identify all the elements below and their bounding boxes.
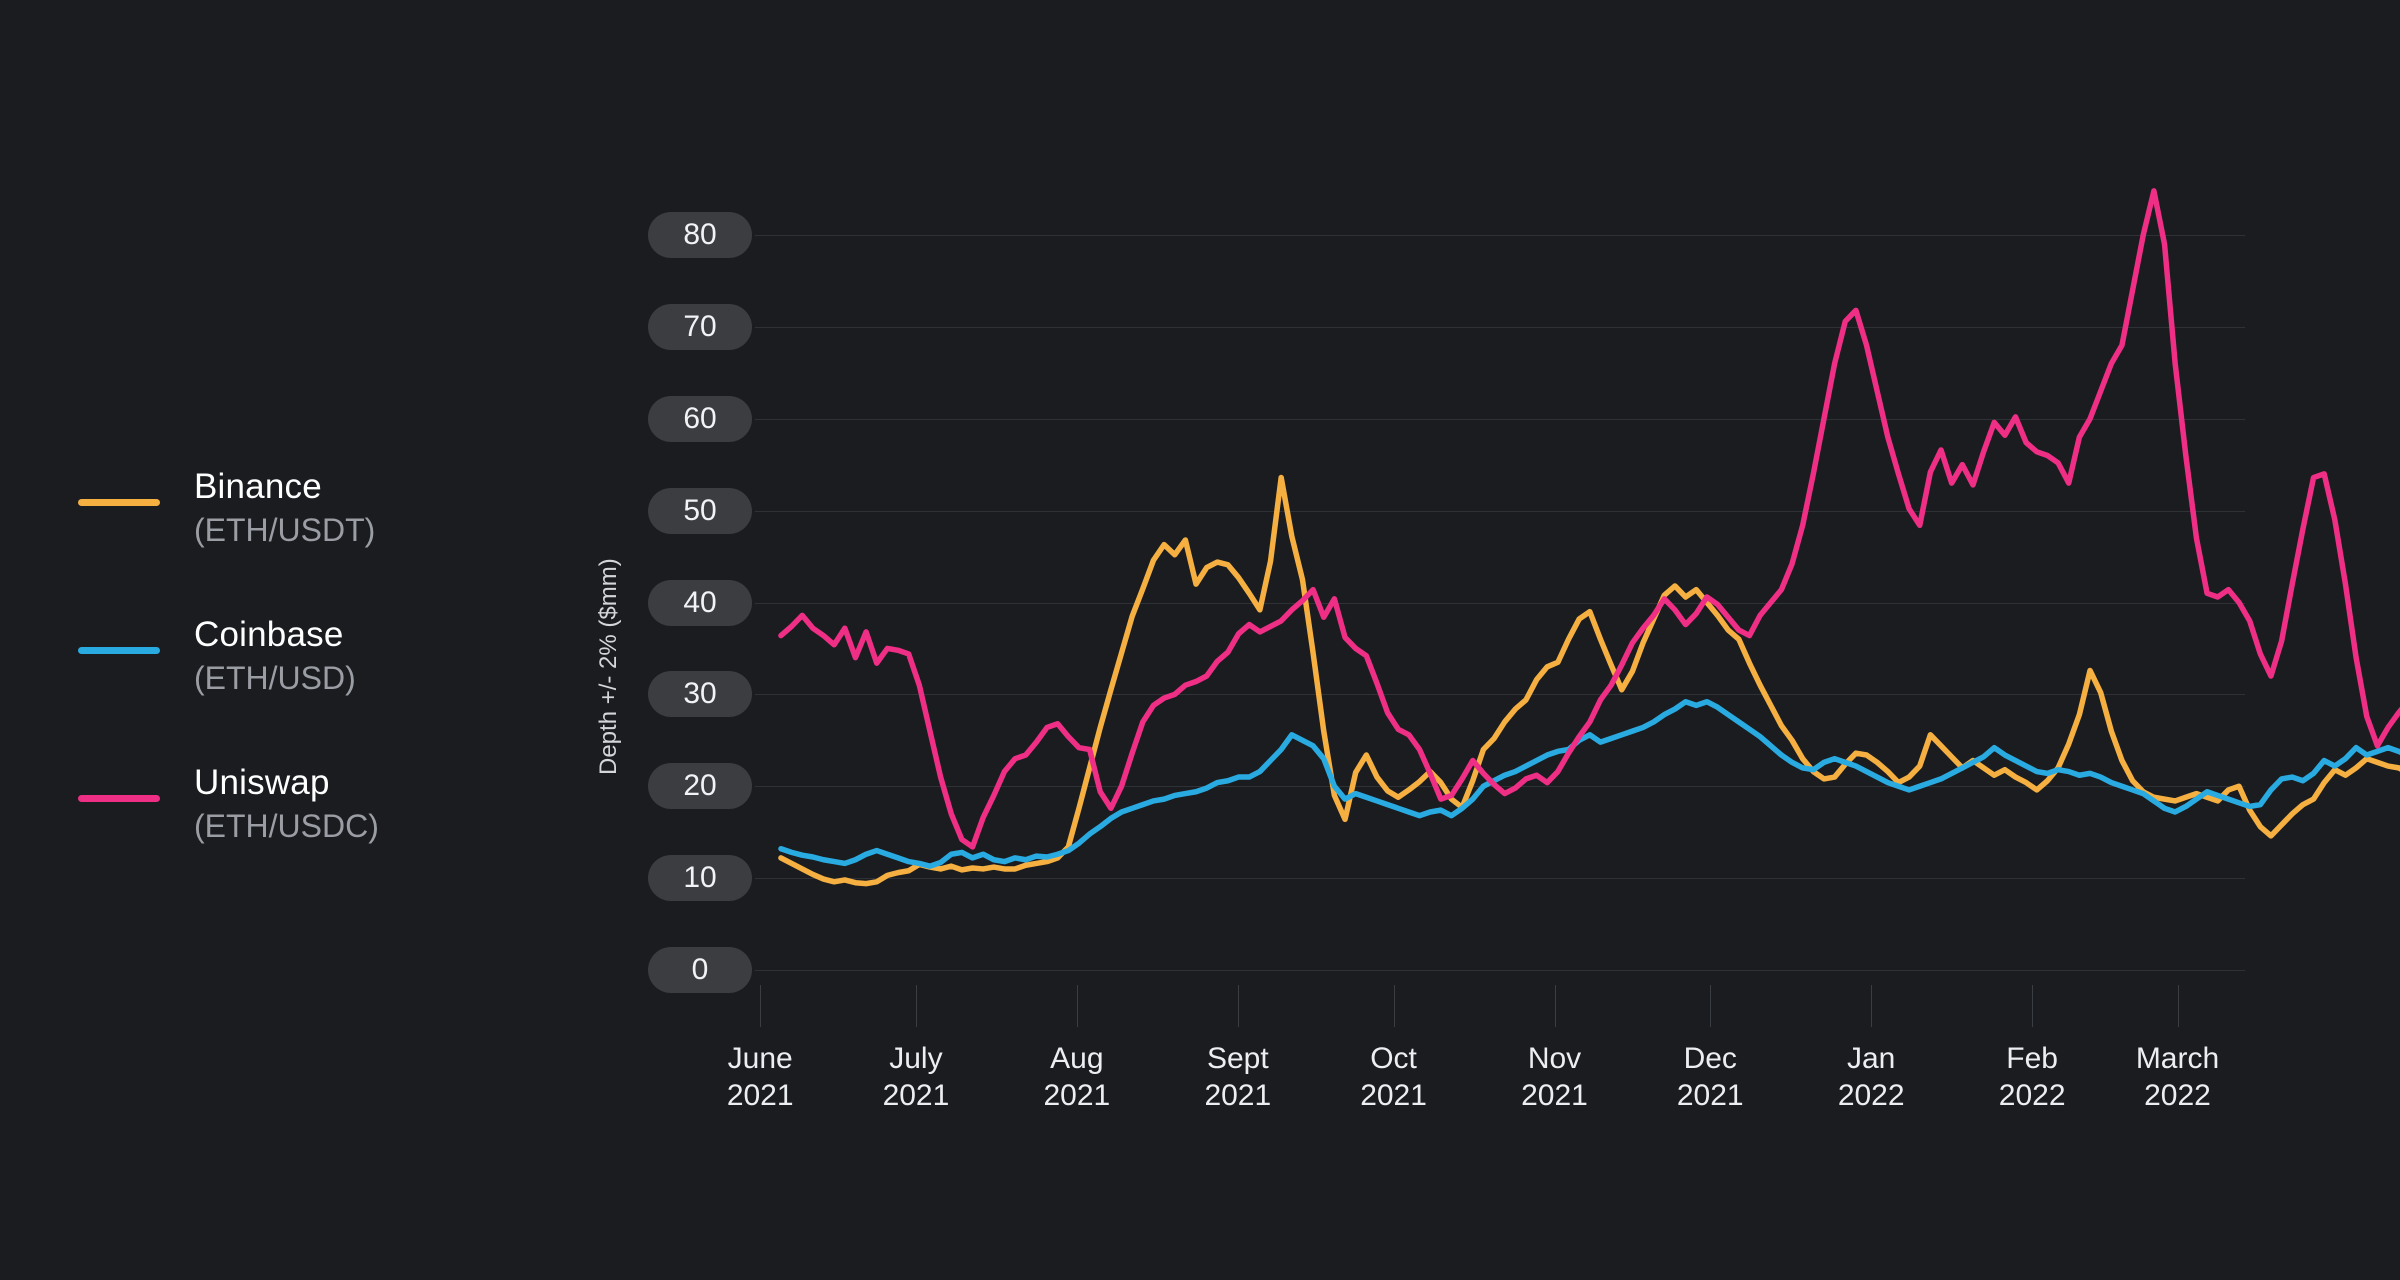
x-axis-tickmark	[1871, 985, 1873, 1027]
y-axis-tick-70: 70	[648, 303, 752, 350]
series-lines	[778, 188, 2400, 887]
legend-color-swatch	[78, 647, 160, 654]
x-axis-tick-march-2022: March 2022	[2088, 1040, 2268, 1114]
x-tick-month: Oct	[1370, 1042, 1417, 1075]
x-tick-month: Sept	[1206, 1042, 1269, 1075]
chart-page: Binance (ETH/USDT) Coinbase (ETH/USD) Uniswa…	[0, 0, 2400, 1280]
legend-color-swatch	[78, 795, 160, 802]
x-axis-tickmark	[1710, 985, 1712, 1027]
x-axis-tick-aug-2021: Aug 2021	[987, 1040, 1167, 1114]
x-axis-tickmark	[1393, 985, 1395, 1027]
x-tick-year: 2021	[726, 1079, 794, 1112]
x-axis-tick-june-2021: June 2021	[670, 1040, 850, 1114]
legend-trading-pair: (ETH/USD)	[194, 660, 356, 696]
x-tick-year: 2021	[882, 1079, 950, 1112]
x-tick-year: 2021	[1676, 1079, 1744, 1112]
legend-text-group: Binance (ETH/USDT)	[194, 465, 375, 551]
x-axis-tick-oct-2021: Oct 2021	[1304, 1040, 1484, 1114]
legend-color-swatch	[78, 499, 160, 506]
legend-trading-pair: (ETH/USDC)	[194, 808, 379, 844]
x-axis-tickmark	[760, 985, 762, 1027]
x-tick-month: Jan	[1847, 1042, 1896, 1075]
y-axis-tick-60: 60	[648, 395, 752, 442]
y-axis-tick-20: 20	[648, 763, 752, 810]
y-axis-tick-80: 80	[648, 212, 752, 258]
x-tick-month: Dec	[1683, 1042, 1737, 1075]
x-axis-tick-dec-2021: Dec 2021	[1620, 1040, 1800, 1114]
legend-item-binance[interactable]: Binance (ETH/USDT)	[78, 465, 508, 551]
x-tick-month: March	[2135, 1042, 2220, 1075]
legend-exchange-name: Binance	[194, 467, 322, 506]
x-tick-month: June	[727, 1042, 793, 1075]
x-tick-month: Feb	[2006, 1042, 2058, 1075]
legend-item-coinbase[interactable]: Coinbase (ETH/USD)	[78, 613, 508, 699]
legend-text-group: Uniswap (ETH/USDC)	[194, 761, 379, 847]
y-axis-tick-50: 50	[648, 487, 752, 534]
x-tick-year: 2022	[2144, 1079, 2211, 1112]
legend-exchange-name: Uniswap	[194, 763, 330, 802]
x-axis-tick-jan-2022: Jan 2022	[1781, 1040, 1961, 1114]
y-axis-title: Depth +/- 2% ($mm)	[595, 558, 622, 775]
x-tick-year: 2021	[1360, 1079, 1427, 1112]
series-line-uniswap[interactable]	[778, 188, 2400, 850]
chart-legend: Binance (ETH/USDT) Coinbase (ETH/USD) Uniswa…	[78, 465, 508, 909]
x-tick-month: Nov	[1527, 1042, 1582, 1075]
x-axis-tickmark	[2032, 985, 2034, 1027]
x-tick-year: 2021	[1521, 1079, 1588, 1112]
legend-trading-pair: (ETH/USDT)	[194, 512, 376, 548]
y-axis-tick-40: 40	[648, 579, 752, 626]
x-axis-tick-july-2021: July 2021	[826, 1040, 1006, 1114]
x-tick-year: 2021	[1204, 1079, 1272, 1112]
x-tick-month: July	[889, 1042, 943, 1075]
y-axis-tick-0: 0	[648, 947, 752, 993]
legend-item-uniswap[interactable]: Uniswap (ETH/USDC)	[78, 761, 508, 847]
legend-exchange-name: Coinbase	[194, 615, 344, 654]
x-tick-year: 2021	[1043, 1079, 1111, 1112]
legend-text-group: Coinbase (ETH/USD)	[194, 613, 356, 699]
x-axis-tickmark	[1554, 985, 1556, 1027]
series-line-coinbase[interactable]	[778, 698, 2400, 869]
x-tick-month: Aug	[1050, 1042, 1104, 1075]
x-axis-tick-nov-2021: Nov 2021	[1465, 1040, 1645, 1114]
x-axis-tickmark	[2177, 985, 2179, 1027]
y-axis-tick-30: 30	[648, 671, 752, 718]
x-tick-year: 2022	[1837, 1079, 1905, 1112]
x-axis-tickmark	[1076, 985, 1078, 1027]
x-axis-tickmark	[1237, 985, 1239, 1027]
x-axis-tick-sept-2021: Sept 2021	[1148, 1040, 1328, 1114]
plot-area	[755, 188, 2400, 985]
series-line-binance[interactable]	[778, 474, 2400, 887]
x-axis-tickmark	[915, 985, 917, 1027]
y-axis-tick-10: 10	[648, 855, 752, 902]
